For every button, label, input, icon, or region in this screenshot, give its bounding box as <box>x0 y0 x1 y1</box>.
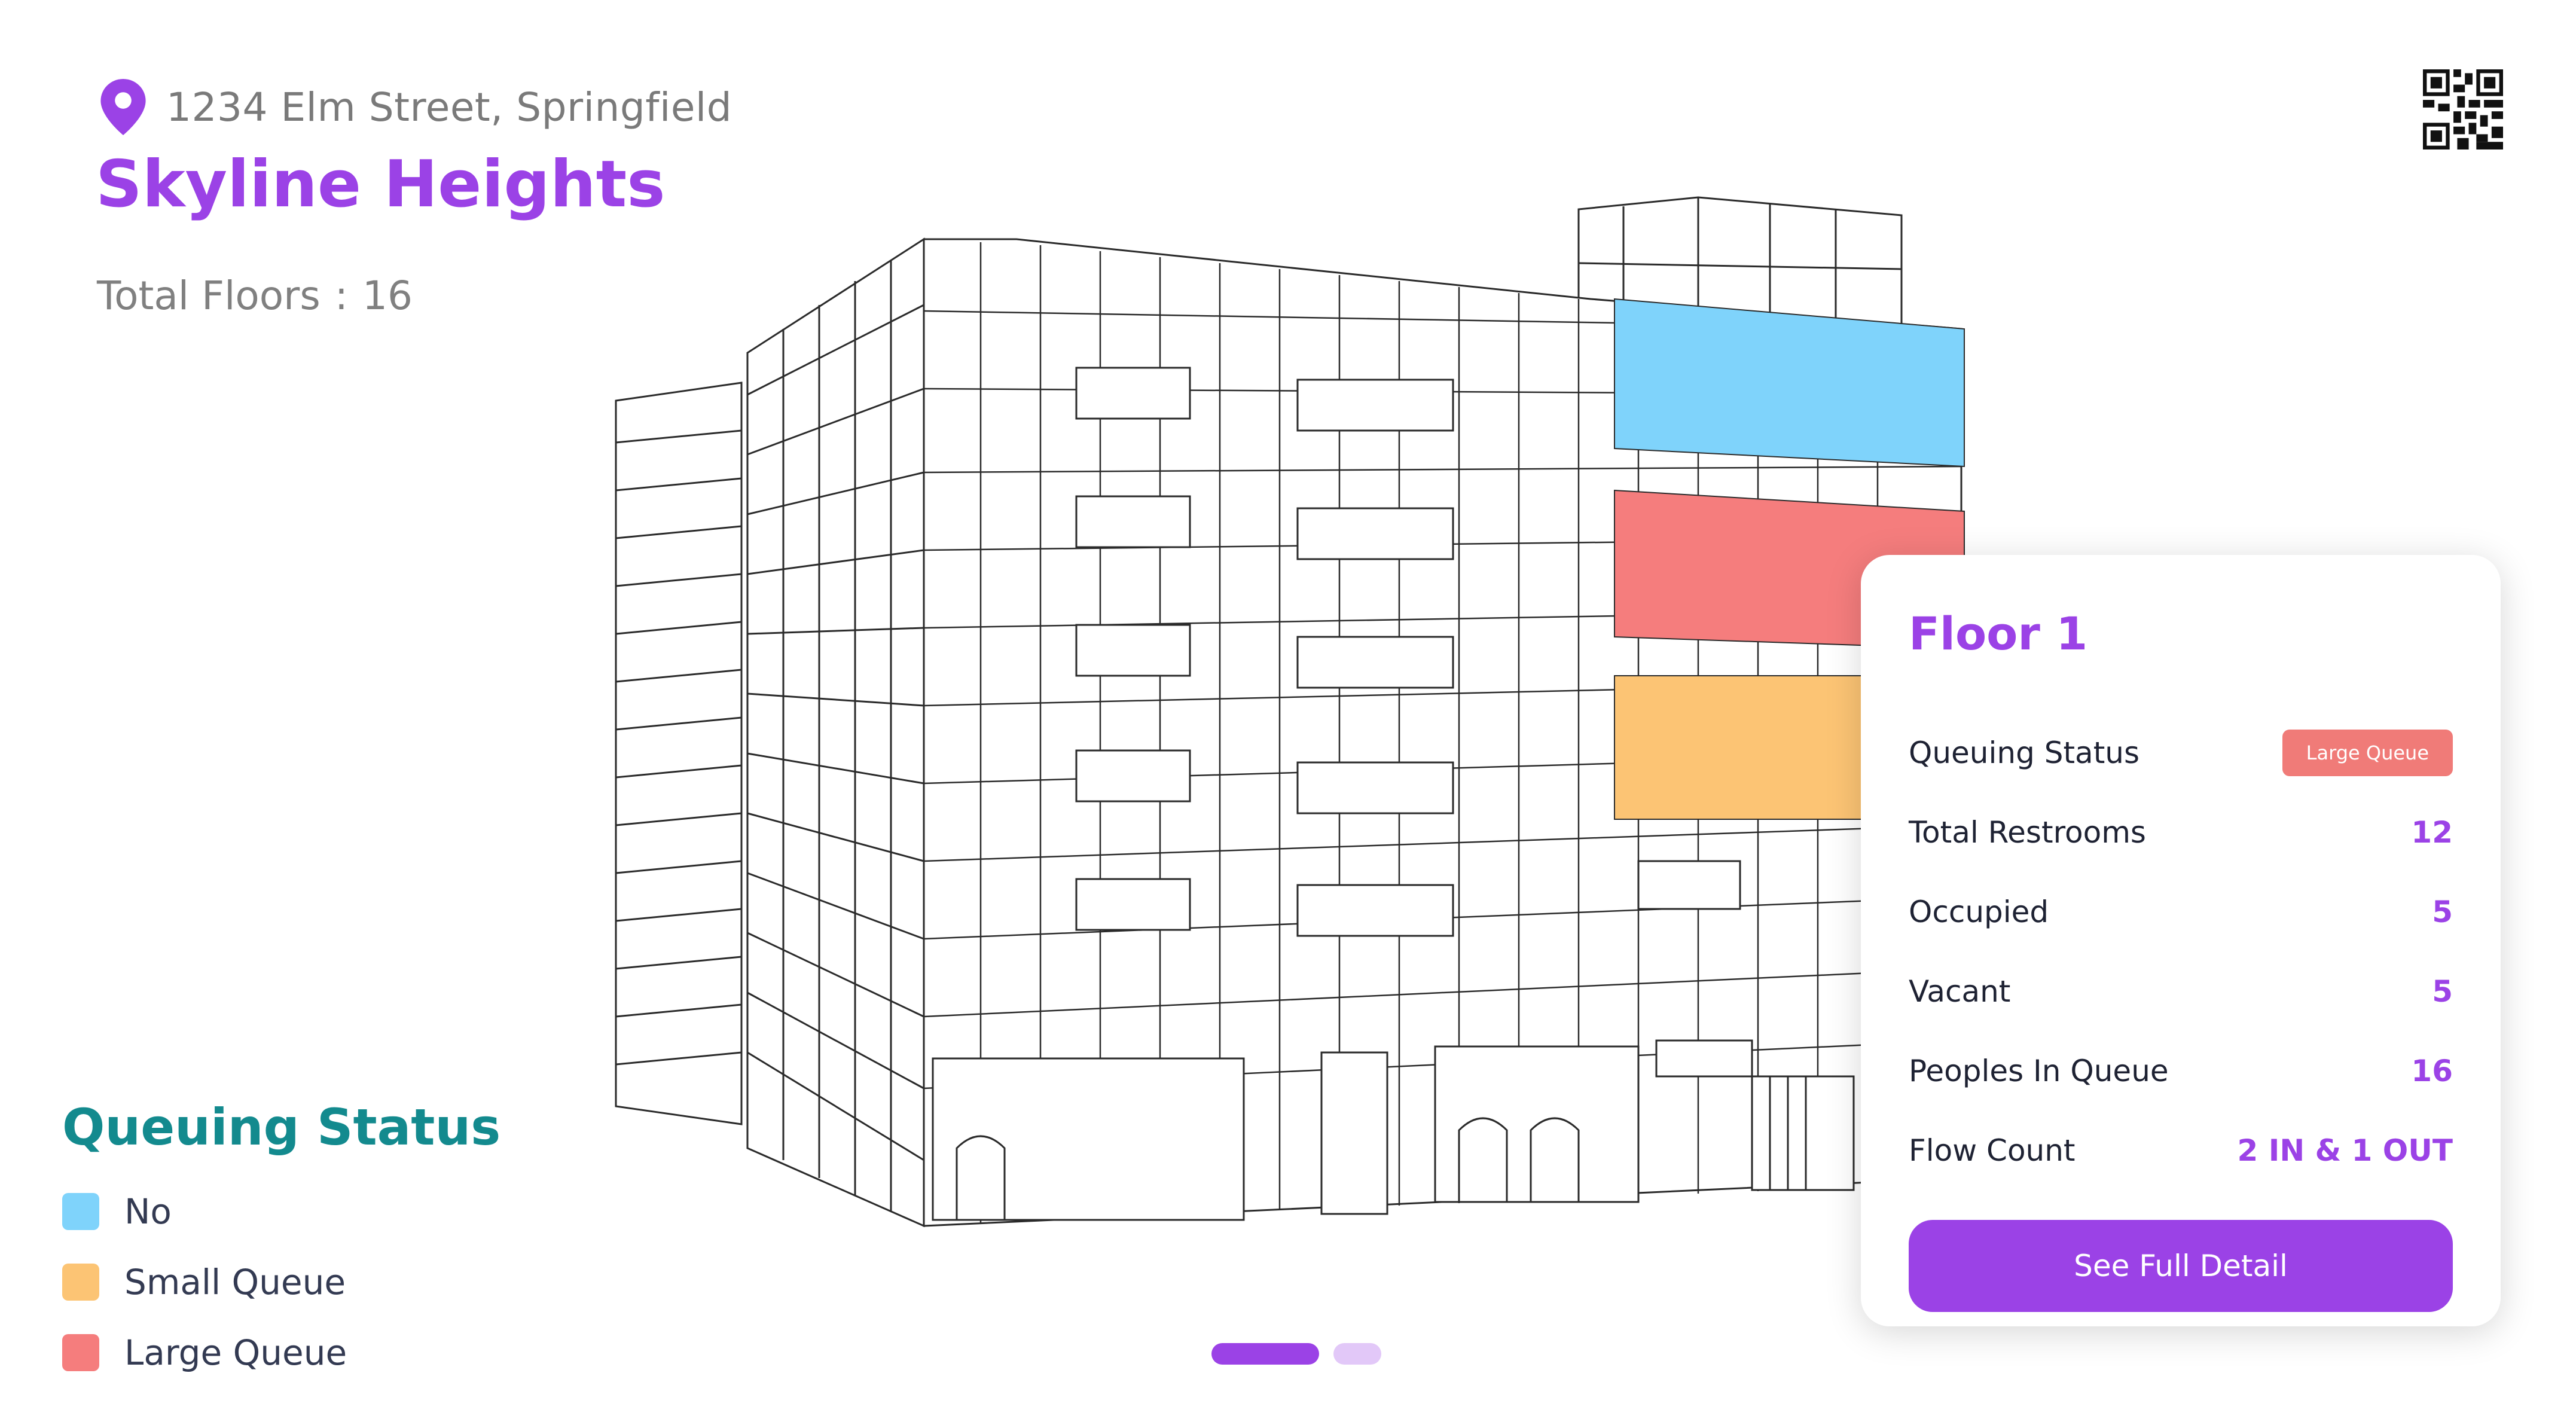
legend-item-small-queue: Small Queue <box>62 1262 346 1302</box>
total-floors-value: 16 <box>362 273 413 319</box>
qr-code-icon[interactable] <box>2423 69 2503 149</box>
legend-label-small-queue: Small Queue <box>124 1262 346 1302</box>
building-name: Skyline Heights <box>96 147 666 222</box>
legend-title: Queuing Status <box>62 1098 501 1157</box>
stat-row-queuing-status: Queuing Status Large Queue <box>1909 713 2453 792</box>
carousel-pager <box>1211 1343 1381 1365</box>
address-text: 1234 Elm Street, Springfield <box>166 84 732 130</box>
floor-highlight-small-queue <box>1614 675 1902 820</box>
legend-swatch-no <box>62 1193 99 1230</box>
side-facade <box>746 237 925 1228</box>
building-address: 1234 Elm Street, Springfield <box>100 79 732 135</box>
stat-label: Flow Count <box>1909 1133 2076 1168</box>
stat-value: 5 <box>2432 894 2453 929</box>
stat-label: Vacant <box>1909 974 2011 1009</box>
stat-value: 16 <box>2411 1053 2453 1088</box>
see-full-detail-button[interactable]: See Full Detail <box>1909 1220 2453 1312</box>
total-floors: Total Floors : 16 <box>97 273 413 319</box>
legend-swatch-small-queue <box>62 1264 99 1301</box>
total-floors-label: Total Floors <box>97 273 321 319</box>
legend-label-large-queue: Large Queue <box>124 1332 347 1373</box>
building-wireframe <box>615 196 1965 1228</box>
legend-item-no: No <box>62 1191 172 1232</box>
location-pin-icon <box>100 79 146 135</box>
stat-row-total-restrooms: Total Restrooms 12 <box>1909 792 2453 872</box>
legend-label-no: No <box>124 1191 172 1232</box>
floor-highlight-no-queue <box>1614 298 1965 468</box>
total-floors-separator: : <box>334 273 348 319</box>
stat-label: Occupied <box>1909 894 2049 929</box>
stat-row-vacant: Vacant 5 <box>1909 951 2453 1031</box>
left-wing <box>615 382 743 1125</box>
floor-info-card: Floor 1 Queuing Status Large Queue Total… <box>1861 555 2501 1326</box>
legend-item-large-queue: Large Queue <box>62 1332 347 1373</box>
pager-dot-inactive[interactable] <box>1333 1343 1381 1365</box>
stat-row-peoples-in-queue: Peoples In Queue 16 <box>1909 1031 2453 1110</box>
stat-value: 2 IN & 1 OUT <box>2237 1133 2453 1168</box>
stat-row-occupied: Occupied 5 <box>1909 872 2453 951</box>
stat-row-flow-count: Flow Count 2 IN & 1 OUT <box>1909 1110 2453 1190</box>
stat-label: Peoples In Queue <box>1909 1053 2169 1088</box>
legend-swatch-large-queue <box>62 1334 99 1371</box>
status-badge: Large Queue <box>2282 729 2453 776</box>
floor-title: Floor 1 <box>1909 607 2088 660</box>
pager-dot-active[interactable] <box>1211 1343 1319 1365</box>
stat-value: 12 <box>2411 814 2453 850</box>
stat-value: 5 <box>2432 974 2453 1009</box>
stat-label: Total Restrooms <box>1909 814 2146 850</box>
stat-label: Queuing Status <box>1909 735 2140 770</box>
